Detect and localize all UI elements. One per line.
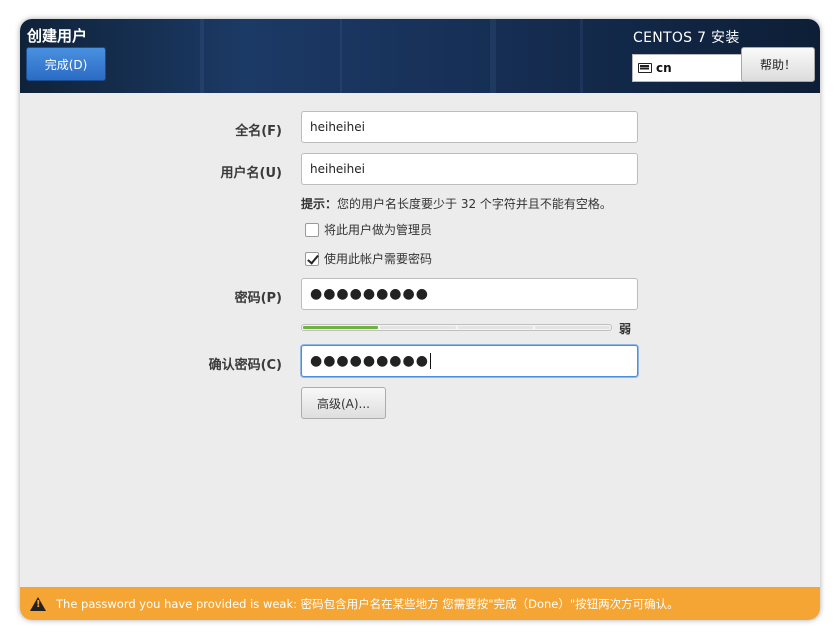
help-button[interactable]: 帮助！ <box>741 47 815 82</box>
password-strength-bar <box>301 324 612 331</box>
password-strength-label: 弱 <box>619 322 632 336</box>
strength-segment <box>303 326 379 329</box>
confirm-password-label: 确认密码(C) <box>208 358 282 373</box>
warning-message: The password you have provided is weak: … <box>56 596 679 611</box>
password-field[interactable]: ●●●●●●●●● <box>301 278 638 310</box>
warning-infobar: The password you have provided is weak: … <box>20 587 820 620</box>
fullname-label: 全名(F) <box>235 124 282 139</box>
strength-segment <box>457 326 533 329</box>
username-field[interactable]: heiheihei <box>301 153 638 185</box>
header-decoration <box>580 19 583 93</box>
confirm-password-field[interactable]: ●●●●●●●●● <box>301 345 638 377</box>
header-decoration <box>200 19 204 93</box>
done-button[interactable]: 完成(D) <box>26 47 106 81</box>
strength-segment <box>380 326 456 329</box>
hint-text: 您的用户名长度要少于 32 个字符并且不能有空格。 <box>337 197 612 211</box>
text-cursor <box>429 353 431 369</box>
username-label: 用户名(U) <box>220 166 282 181</box>
password-value: ●●●●●●●●● <box>310 286 429 302</box>
keyboard-layout-indicator[interactable]: cn <box>632 54 743 82</box>
require-password-label: 使用此帐户需要密码 <box>324 252 433 266</box>
password-label: 密码(P) <box>234 291 282 306</box>
keyboard-layout-label: cn <box>656 61 672 75</box>
product-title: CENTOS 7 安装 <box>633 30 740 46</box>
keyboard-icon <box>638 63 652 73</box>
strength-segment <box>534 326 610 329</box>
admin-checkbox[interactable] <box>305 222 319 237</box>
admin-checkbox-label: 将此用户做为管理员 <box>324 223 433 237</box>
fullname-value: heiheihei <box>310 120 365 134</box>
require-password-checkbox[interactable] <box>305 251 319 266</box>
advanced-button[interactable]: 高级(A)... <box>301 387 386 419</box>
header-decoration <box>490 19 496 93</box>
require-password-checkbox-row[interactable]: 使用此帐户需要密码 <box>305 250 432 267</box>
warning-icon <box>30 596 46 611</box>
username-hint: 提示：您的用户名长度要少于 32 个字符并且不能有空格。 <box>301 195 612 212</box>
username-value: heiheihei <box>310 162 365 176</box>
confirm-password-value: ●●●●●●●●● <box>310 353 429 369</box>
header-decoration <box>340 19 342 93</box>
fullname-field[interactable]: heiheihei <box>301 111 638 143</box>
header-bar: 创建用户 完成(D) CENTOS 7 安装 cn 帮助！ <box>20 19 820 93</box>
hint-prefix: 提示： <box>301 197 338 211</box>
create-user-window: 创建用户 完成(D) CENTOS 7 安装 cn 帮助！ 全名(F) heih… <box>20 19 820 620</box>
page-title: 创建用户 <box>27 27 88 45</box>
admin-checkbox-row[interactable]: 将此用户做为管理员 <box>305 221 432 238</box>
